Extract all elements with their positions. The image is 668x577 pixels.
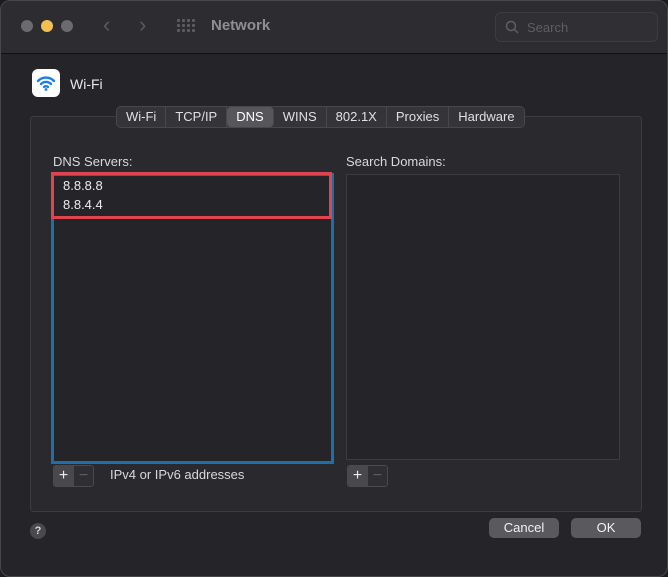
zoom-button[interactable] — [61, 20, 73, 32]
tab-8021x[interactable]: 802.1X — [327, 107, 387, 127]
search-domain-remove-button[interactable]: − — [367, 466, 387, 486]
search-domains-label: Search Domains: — [346, 154, 446, 169]
search-icon — [505, 20, 519, 34]
minimize-button[interactable] — [41, 20, 53, 32]
cancel-button[interactable]: Cancel — [489, 518, 559, 538]
network-window: ‹ › Network Search Wi-Fi Wi-Fi TCP/IP DN… — [0, 0, 668, 577]
dns-add-remove-control: + − — [53, 465, 94, 487]
ok-button[interactable]: OK — [571, 518, 641, 538]
dns-servers-label: DNS Servers: — [53, 154, 133, 169]
search-domains-list[interactable] — [346, 174, 620, 460]
show-all-grid-icon[interactable] — [177, 19, 195, 33]
titlebar: ‹ › Network Search — [1, 1, 667, 54]
search-placeholder: Search — [527, 20, 569, 35]
tab-wifi[interactable]: Wi-Fi — [117, 107, 167, 127]
help-button[interactable]: ? — [30, 523, 46, 539]
search-field[interactable]: Search — [495, 12, 658, 42]
search-domain-add-button[interactable]: + — [348, 466, 367, 486]
forward-button[interactable]: › — [139, 13, 146, 37]
dns-sheet: Wi-Fi Wi-Fi TCP/IP DNS WINS 802.1X Proxi… — [11, 54, 657, 565]
tab-wins[interactable]: WINS — [274, 107, 327, 127]
back-button[interactable]: ‹ — [103, 13, 110, 37]
dns-add-button[interactable]: + — [54, 466, 73, 486]
search-domain-add-remove-control: + − — [347, 465, 388, 487]
dns-entries-highlight — [51, 172, 332, 219]
tab-proxies[interactable]: Proxies — [387, 107, 450, 127]
tab-hardware[interactable]: Hardware — [449, 107, 523, 127]
tab-tcpip[interactable]: TCP/IP — [166, 107, 228, 127]
window-title: Network — [211, 17, 271, 34]
tab-bar: Wi-Fi TCP/IP DNS WINS 802.1X Proxies Har… — [116, 106, 525, 128]
interface-name: Wi-Fi — [70, 76, 103, 92]
tab-dns[interactable]: DNS — [227, 107, 274, 127]
close-button[interactable] — [21, 20, 33, 32]
dns-hint: IPv4 or IPv6 addresses — [110, 467, 245, 482]
wifi-icon — [32, 69, 60, 97]
dns-remove-button[interactable]: − — [73, 466, 93, 486]
